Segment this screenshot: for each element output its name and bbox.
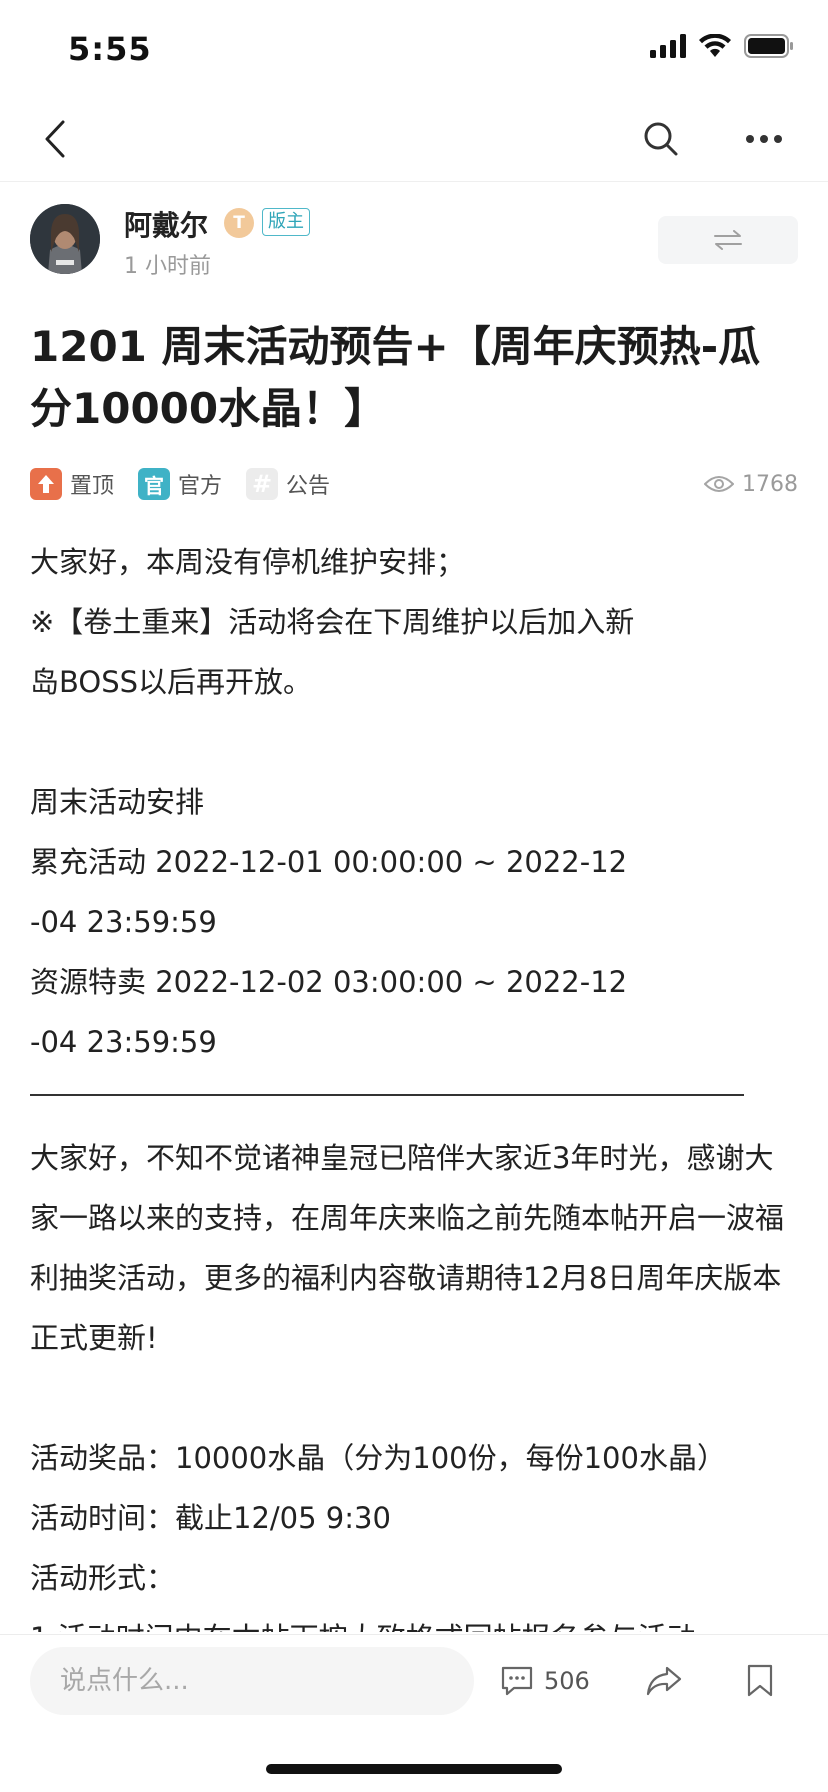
avatar[interactable] [30, 204, 100, 274]
paragraph: 活动时间：截止12/05 9:30 [30, 1501, 391, 1535]
paragraph: 大家好，本周没有停机维护安排； [30, 545, 466, 579]
pin-top-icon [30, 468, 62, 500]
tag-label: 官方 [178, 474, 223, 499]
status-icons [650, 33, 794, 62]
share-button[interactable] [640, 1653, 688, 1709]
paragraph: 资源特卖 2022-12-02 03:00:00 ~ 2022-12-04 23… [30, 965, 628, 1059]
view-count: 1768 [704, 464, 798, 504]
wifi-icon [698, 33, 732, 62]
post-body: 大家好，本周没有停机维护安排； ※【卷土重来】活动将会在下周维护以后加入新岛BO… [30, 532, 800, 1632]
eye-icon [704, 476, 734, 492]
paragraph: ※【卷土重来】活动将会在下周维护以后加入新岛BOSS以后再开放。 [30, 605, 635, 699]
view-count-value: 1768 [742, 471, 798, 497]
paragraph: 累充活动 2022-12-01 00:00:00 ~ 2022-12-04 23… [30, 845, 628, 939]
battery-icon [744, 34, 794, 62]
author-row: 阿戴尔 T 版主 1 小时前 [30, 204, 798, 279]
tag-official[interactable]: 官 官方 [138, 464, 222, 504]
author-name[interactable]: 阿戴尔 [124, 204, 208, 244]
tag-label: 置顶 [70, 474, 115, 499]
status-time: 5:55 [68, 30, 152, 68]
back-button[interactable] [30, 114, 80, 164]
paragraph: 周末活动安排 [30, 785, 205, 819]
status-bar: 5:55 [0, 0, 828, 96]
tag-row: 置顶 官 官方 # 公告 1768 [30, 464, 798, 504]
tag-announcement[interactable]: # 公告 [246, 464, 330, 504]
comments-button[interactable]: 506 [500, 1653, 590, 1709]
more-dots-icon [746, 135, 782, 143]
paragraph: 活动形式： [30, 1561, 176, 1595]
moderator-badge: 版主 [262, 208, 310, 236]
cellular-signal-icon [650, 34, 686, 62]
tag-label: 公告 [286, 474, 331, 499]
paragraph: 大家好，不知不觉诸神皇冠已陪伴大家近3年时光，感谢大家一路以来的支持，在周年庆来… [30, 1141, 785, 1355]
bookmark-icon [747, 1664, 773, 1697]
hashtag-icon: # [246, 468, 278, 500]
search-icon [644, 122, 678, 156]
post-time: 1 小时前 [124, 254, 211, 279]
navigation-bar [0, 96, 828, 182]
bookmark-button[interactable] [736, 1653, 784, 1709]
comment-icon [501, 1666, 533, 1696]
comment-input[interactable]: 说点什么... [30, 1647, 474, 1715]
switch-button[interactable] [658, 216, 798, 264]
swap-arrows-icon [714, 230, 742, 250]
divider-line [30, 1094, 744, 1096]
more-options-button[interactable] [736, 114, 792, 164]
paragraph: 1.活动时间内在本帖下按大致格式回帖报名参与活动 [30, 1608, 800, 1632]
share-icon [646, 1666, 682, 1696]
search-button[interactable] [636, 114, 686, 164]
bottom-action-bar: 说点什么... 506 [0, 1634, 828, 1728]
comment-count: 506 [544, 1667, 590, 1695]
official-icon: 官 [138, 468, 170, 500]
home-indicator [266, 1764, 562, 1774]
level-badge: T [224, 208, 254, 238]
chevron-left-icon [45, 120, 65, 158]
paragraph: 活动奖品：10000水晶（分为100份，每份100水晶） [30, 1441, 726, 1475]
post-title: 1201 周末活动预告+【周年庆预热-瓜分10000水晶！】 [30, 322, 761, 433]
tag-pinned[interactable]: 置顶 [30, 464, 114, 504]
